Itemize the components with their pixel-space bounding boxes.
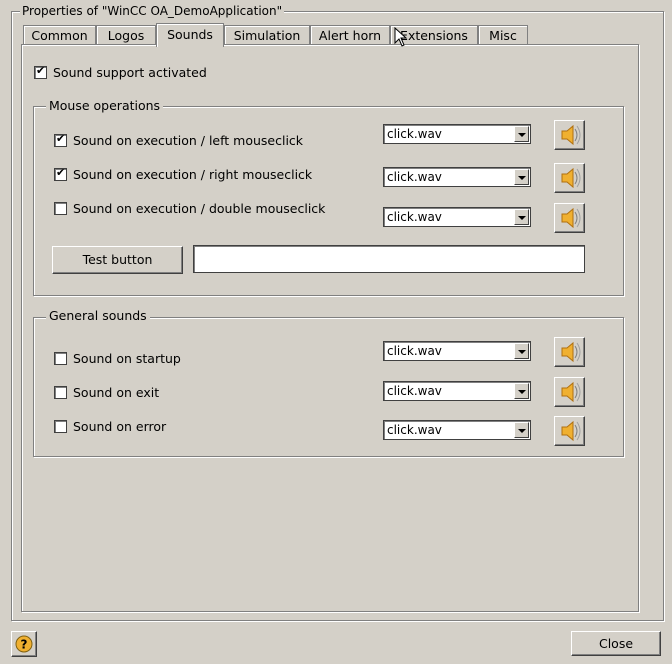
speaker-icon [561,381,581,403]
frame-title: Properties of "WinCC OA_DemoApplication" [20,4,285,18]
combo-value: click.wav [387,344,442,358]
mouse-operations-title: Mouse operations [46,99,164,113]
tab-common[interactable]: Common [23,25,96,45]
play-exit-sound-button[interactable] [554,377,585,407]
speaker-icon [561,341,581,363]
speaker-icon [561,167,581,189]
right-click-label: Sound on execution / right mouseclick [73,167,313,182]
error-label: Sound on error [73,419,167,434]
tab-simulation[interactable]: Simulation [224,25,310,45]
error-sound-combo[interactable]: click.wav [383,420,531,440]
tab-logos[interactable]: Logos [96,25,156,45]
tab-label: Common [31,28,88,43]
combo-value: click.wav [387,423,442,437]
speaker-icon [561,420,581,442]
error-checkbox[interactable] [54,420,67,433]
startup-label: Sound on startup [73,351,181,366]
play-error-sound-button[interactable] [554,416,585,446]
test-text-field[interactable] [193,245,585,273]
error-checkbox-row[interactable]: Sound on error [54,419,166,434]
left-click-checkbox[interactable]: ✔ [54,132,67,147]
double-click-checkbox-row[interactable]: Sound on execution / double mouseclick [54,201,325,216]
startup-checkbox-row[interactable]: Sound on startup [54,351,181,366]
chevron-down-icon[interactable] [514,383,529,399]
play-right-click-sound-button[interactable] [554,163,585,193]
right-click-sound-combo[interactable]: click.wav [383,167,531,187]
startup-checkbox[interactable] [54,352,67,365]
sounds-tab-page: ✔ Sound support activated Mouse operatio… [21,44,639,612]
combo-value: click.wav [387,170,442,184]
exit-sound-combo[interactable]: click.wav [383,381,531,401]
play-double-click-sound-button[interactable] [554,203,585,233]
startup-sound-combo[interactable]: click.wav [383,341,531,361]
help-button[interactable]: ? [11,631,37,657]
tab-label: Sounds [167,27,213,42]
exit-checkbox-row[interactable]: Sound on exit [54,385,159,400]
left-click-sound-combo[interactable]: click.wav [383,124,531,144]
tab-misc[interactable]: Misc [478,25,528,45]
tab-label: Misc [489,28,517,43]
speaker-icon [561,124,581,146]
sound-support-label: Sound support activated [53,65,207,80]
help-question-icon: ? [15,635,33,653]
double-click-checkbox[interactable] [54,202,67,215]
tab-label: Simulation [233,28,301,43]
test-button[interactable]: Test button [52,246,183,274]
combo-value: click.wav [387,210,442,224]
sound-support-checkbox-row[interactable]: ✔ Sound support activated [34,64,207,80]
left-click-checkbox-row[interactable]: ✔ Sound on execution / left mouseclick [54,132,304,148]
exit-checkbox[interactable] [54,386,67,399]
chevron-down-icon[interactable] [514,343,529,359]
checkmark-icon: ✔ [56,132,66,145]
play-startup-sound-button[interactable] [554,337,585,367]
chevron-down-icon[interactable] [514,422,529,438]
right-click-checkbox[interactable]: ✔ [54,166,67,181]
tab-label: Alert horn [318,28,382,43]
combo-value: click.wav [387,384,442,398]
tab-label: Logos [107,28,145,43]
sound-support-checkbox[interactable]: ✔ [34,64,47,79]
checkmark-icon: ✔ [56,166,66,179]
general-sounds-title: General sounds [46,309,150,323]
double-click-label: Sound on execution / double mouseclick [73,201,326,216]
play-left-click-sound-button[interactable] [554,120,585,150]
tab-label: Extensions [400,28,468,43]
chevron-down-icon[interactable] [514,126,529,142]
double-click-sound-combo[interactable]: click.wav [383,207,531,227]
left-click-label: Sound on execution / left mouseclick [73,133,304,148]
mouse-cursor-icon [394,27,408,47]
exit-label: Sound on exit [73,385,160,400]
speaker-icon [561,207,581,229]
right-click-checkbox-row[interactable]: ✔ Sound on execution / right mouseclick [54,166,313,182]
chevron-down-icon[interactable] [514,169,529,185]
tab-alert-horn[interactable]: Alert horn [310,25,390,45]
close-button[interactable]: Close [571,631,661,656]
tab-sounds[interactable]: Sounds [156,23,224,47]
chevron-down-icon[interactable] [514,209,529,225]
combo-value: click.wav [387,127,442,141]
svg-text:?: ? [21,638,28,652]
checkmark-icon: ✔ [36,64,46,77]
